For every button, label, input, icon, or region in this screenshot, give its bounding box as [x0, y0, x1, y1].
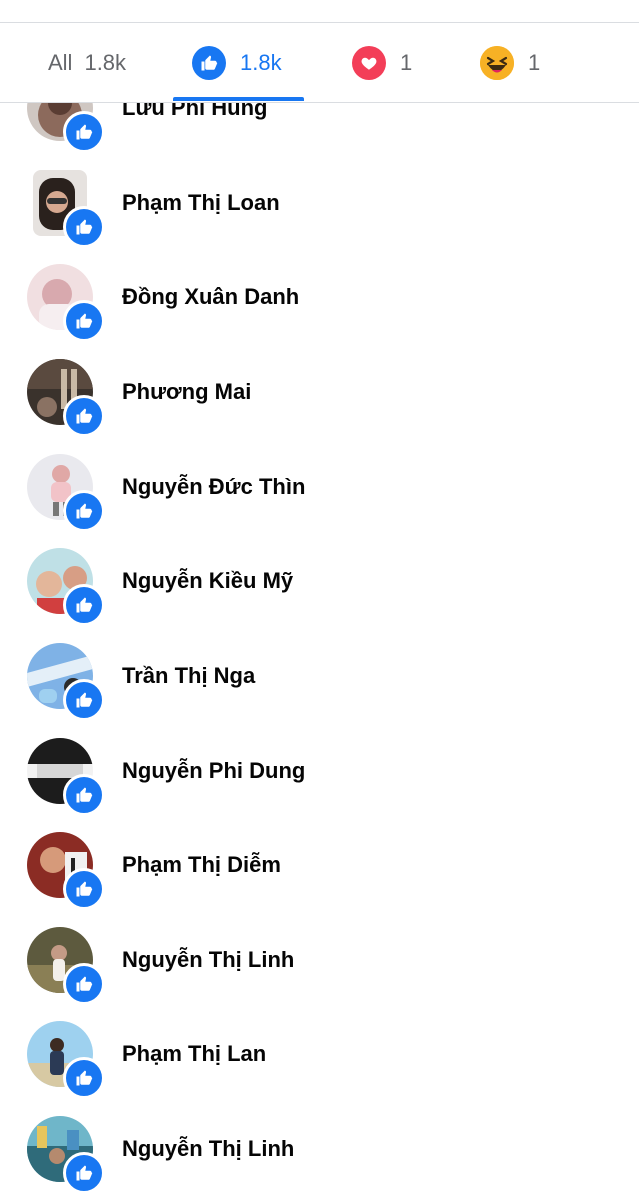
person-name[interactable]: Nguyễn Thị Linh — [122, 947, 294, 973]
like-badge-icon — [63, 584, 105, 626]
list-item[interactable]: Đồng Xuân Danh — [0, 264, 639, 358]
list-item[interactable]: Phạm Thị Loan — [0, 170, 639, 264]
person-name[interactable]: Phạm Thị Diễm — [122, 852, 281, 878]
list-item[interactable]: Phạm Thị Diễm — [0, 832, 639, 926]
like-badge-icon — [63, 490, 105, 532]
tab-haha[interactable]: 1 — [480, 23, 540, 102]
list-item[interactable]: Trần Thị Nga — [0, 643, 639, 737]
tab-all[interactable]: All 1.8k — [48, 23, 126, 102]
like-badge-icon — [63, 679, 105, 721]
person-name[interactable]: Phương Mai — [122, 379, 251, 405]
person-name[interactable]: Nguyễn Thị Linh — [122, 1136, 294, 1162]
tab-all-label: All — [48, 49, 73, 75]
like-badge-icon — [63, 206, 105, 248]
person-name[interactable]: Đồng Xuân Danh — [122, 284, 299, 310]
tab-love-count: 1 — [400, 49, 413, 75]
person-name[interactable]: Nguyễn Đức Thìn — [122, 474, 305, 500]
like-reaction-icon — [192, 45, 226, 80]
person-name[interactable]: Phạm Thị Loan — [122, 190, 280, 216]
list-item[interactable]: Nguyễn Phi Dung — [0, 738, 639, 832]
tab-love[interactable]: 1 — [352, 23, 412, 102]
list-item[interactable]: Nguyễn Kiều Mỹ — [0, 548, 639, 642]
list-item[interactable]: Phạm Thị Lan — [0, 1021, 639, 1115]
list-item[interactable]: Nguyễn Thị Linh — [0, 1116, 639, 1200]
tab-like-count: 1.8k — [240, 49, 282, 75]
like-badge-icon — [63, 300, 105, 342]
active-tab-indicator — [173, 97, 304, 101]
tab-all-count: 1.8k — [84, 49, 127, 75]
list-item[interactable]: Phương Mai — [0, 359, 639, 453]
like-badge-icon — [63, 1057, 105, 1099]
tab-haha-count: 1 — [528, 49, 541, 75]
person-name[interactable]: Nguyễn Phi Dung — [122, 758, 305, 784]
haha-reaction-icon — [480, 45, 514, 80]
love-reaction-icon — [352, 45, 386, 80]
person-name[interactable]: Phạm Thị Lan — [122, 1041, 266, 1067]
like-badge-icon — [63, 774, 105, 816]
list-item[interactable]: Nguyễn Đức Thìn — [0, 454, 639, 548]
reactions-page: Lưu Phi Hùng Phạm Thị Loan Đồng Xuân Dan… — [0, 0, 639, 1200]
person-name[interactable]: Nguyễn Kiều Mỹ — [122, 568, 293, 594]
tab-like[interactable]: 1.8k — [192, 23, 282, 102]
person-name[interactable]: Trần Thị Nga — [122, 663, 255, 689]
like-badge-icon — [63, 111, 105, 153]
like-badge-icon — [63, 395, 105, 437]
like-badge-icon — [63, 868, 105, 910]
reactors-list: Lưu Phi Hùng Phạm Thị Loan Đồng Xuân Dan… — [0, 0, 639, 1200]
like-badge-icon — [63, 963, 105, 1005]
list-item[interactable]: Nguyễn Thị Linh — [0, 927, 639, 1021]
like-badge-icon — [63, 1152, 105, 1194]
reaction-tabs: All 1.8k 1.8k 1 1 — [0, 23, 639, 103]
